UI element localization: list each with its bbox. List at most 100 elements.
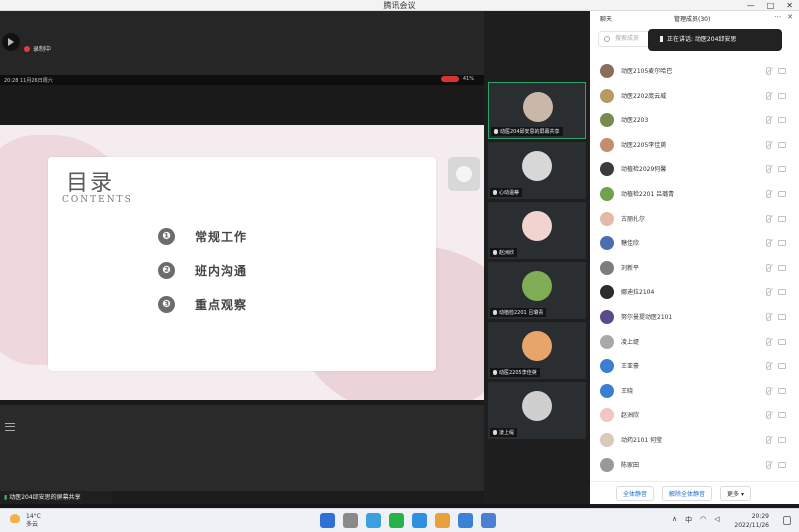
video-tile[interactable]: 心动温蒂 (488, 142, 586, 199)
more-button[interactable]: 更多 ▾ (720, 485, 751, 501)
weather-widget[interactable]: 14°C 多云 (10, 513, 41, 529)
member-row[interactable]: 动医2203 (590, 108, 799, 133)
ime-indicator[interactable]: 中 (685, 515, 692, 525)
chevron-up-icon[interactable]: ∧ (672, 515, 677, 525)
member-row[interactable]: 凌上缇 (590, 330, 799, 355)
mic-icon (493, 310, 497, 315)
avatar (600, 64, 614, 78)
member-row[interactable]: 古丽扎尔 (590, 207, 799, 232)
camera-icon[interactable] (778, 141, 786, 148)
unmute-all-button[interactable]: 解除全体静音 (662, 485, 713, 501)
more-icon[interactable]: ··· (774, 13, 781, 21)
member-row[interactable]: 动医2202庞云威 (590, 84, 799, 109)
video-tile[interactable]: 凌上缇 (488, 382, 586, 439)
member-row[interactable]: 动药2101 何莹 (590, 428, 799, 453)
wifi-icon[interactable]: ◠ (700, 515, 706, 525)
camera-icon[interactable] (778, 289, 786, 296)
taskbar-app-icon[interactable] (458, 513, 473, 528)
member-row[interactable]: 动医2105麦尔哈巴 (590, 59, 799, 84)
mic-muted-icon[interactable] (766, 386, 771, 395)
camera-icon[interactable] (778, 461, 786, 468)
camera-icon[interactable] (778, 338, 786, 345)
member-row[interactable]: 陈家田 (590, 453, 799, 478)
camera-icon[interactable] (778, 117, 786, 124)
mic-muted-icon[interactable] (766, 214, 771, 223)
window-title: 腾讯会议 (383, 1, 416, 10)
mic-muted-icon[interactable] (766, 116, 771, 125)
minimize-icon[interactable]: — (747, 0, 755, 11)
camera-icon[interactable] (778, 264, 786, 271)
mic-muted-icon[interactable] (766, 411, 771, 420)
member-row[interactable]: 动医2205李佳萸 (590, 133, 799, 158)
member-row[interactable]: 王晓 (590, 379, 799, 404)
mute-all-button[interactable]: 全体静音 (616, 485, 655, 501)
member-row[interactable]: 动植检2029何馨 (590, 157, 799, 182)
camera-icon[interactable] (778, 436, 786, 443)
camera-icon[interactable] (778, 240, 786, 247)
camera-icon[interactable] (778, 313, 786, 320)
mic-muted-icon[interactable] (766, 239, 771, 248)
taskbar-app-icon[interactable] (366, 513, 381, 528)
mic-muted-icon[interactable] (766, 67, 771, 75)
tab-chat[interactable]: 聊天 (600, 14, 612, 23)
taskbar-app-icon[interactable] (435, 513, 450, 528)
mic-muted-icon[interactable] (766, 263, 771, 272)
avatar (600, 285, 614, 300)
menu-icon[interactable] (5, 423, 15, 431)
maximize-icon[interactable]: □ (767, 0, 775, 11)
mic-muted-icon[interactable] (766, 337, 771, 346)
member-row[interactable]: 努尔曼提动医2101 (590, 305, 799, 330)
tab-members[interactable]: 管理成员(30) (674, 14, 710, 23)
mic-muted-icon[interactable] (766, 140, 771, 149)
camera-icon[interactable] (778, 363, 786, 370)
mic-muted-icon[interactable] (766, 189, 771, 198)
camera-icon[interactable] (778, 412, 786, 419)
expand-icon[interactable] (2, 33, 20, 51)
mic-muted-icon[interactable] (766, 362, 771, 371)
member-name: 王晓 (621, 387, 634, 395)
volume-icon[interactable]: ◁ (714, 515, 719, 525)
mic-muted-icon[interactable] (766, 288, 771, 297)
taskbar-app-icon[interactable] (481, 513, 496, 528)
assistive-touch-icon[interactable] (448, 157, 480, 191)
taskbar-app-icon[interactable] (389, 513, 404, 528)
toc-label: 重点观察 (195, 297, 248, 312)
mic-muted-icon[interactable] (766, 460, 771, 469)
shared-phone-status-bar: 20:28 11月26日周六 41% (0, 75, 484, 85)
mic-muted-icon[interactable] (766, 435, 771, 444)
mic-muted-icon[interactable] (766, 312, 771, 321)
avatar (600, 383, 614, 398)
close-icon[interactable]: ✕ (786, 0, 793, 11)
avatar (523, 92, 553, 122)
mic-muted-icon[interactable] (766, 165, 771, 174)
taskbar-app-icon[interactable] (412, 513, 427, 528)
taskbar-app-icon[interactable] (320, 513, 335, 528)
camera-icon[interactable] (778, 190, 786, 197)
member-row[interactable]: 刘新平 (590, 256, 799, 281)
taskbar-app-icon[interactable] (343, 513, 358, 528)
member-row[interactable]: 娜迪拉2104 (590, 280, 799, 305)
clock[interactable]: 20:29 2022/11/26 (734, 512, 769, 530)
video-tile[interactable]: 动医204邱安思的屏幕共享 (488, 82, 586, 139)
camera-icon[interactable] (778, 166, 786, 173)
member-name: 凌上缇 (621, 338, 640, 346)
member-row[interactable]: 动植检2201 吕璐青 (590, 182, 799, 207)
notification-icon[interactable] (783, 516, 791, 525)
camera-icon[interactable] (778, 92, 786, 99)
video-tile[interactable]: 动植检2201 吕璐青 (488, 262, 586, 319)
video-tile[interactable]: 动医2205李佳萸 (488, 322, 586, 379)
avatar (600, 113, 614, 128)
panel-tabs: 聊天 管理成员(30) ··· ✕ (590, 11, 799, 25)
clock-date: 2022/11/26 (734, 522, 769, 529)
camera-icon[interactable] (778, 387, 786, 394)
member-list: 动医2105麦尔哈巴 动医2202庞云威 动医2203 动医2205李佳萸 动植检202… (590, 59, 799, 477)
member-row[interactable]: 赵洲欣 (590, 403, 799, 428)
camera-icon[interactable] (778, 215, 786, 222)
member-row[interactable]: 王亚豪 (590, 354, 799, 379)
camera-icon[interactable] (778, 68, 786, 74)
mic-muted-icon[interactable] (766, 91, 771, 100)
mic-icon (494, 129, 498, 134)
member-row[interactable]: 糖佳欣 (590, 231, 799, 256)
video-tile[interactable]: 赵洲欣 (488, 202, 586, 259)
close-icon[interactable]: ✕ (787, 13, 793, 21)
